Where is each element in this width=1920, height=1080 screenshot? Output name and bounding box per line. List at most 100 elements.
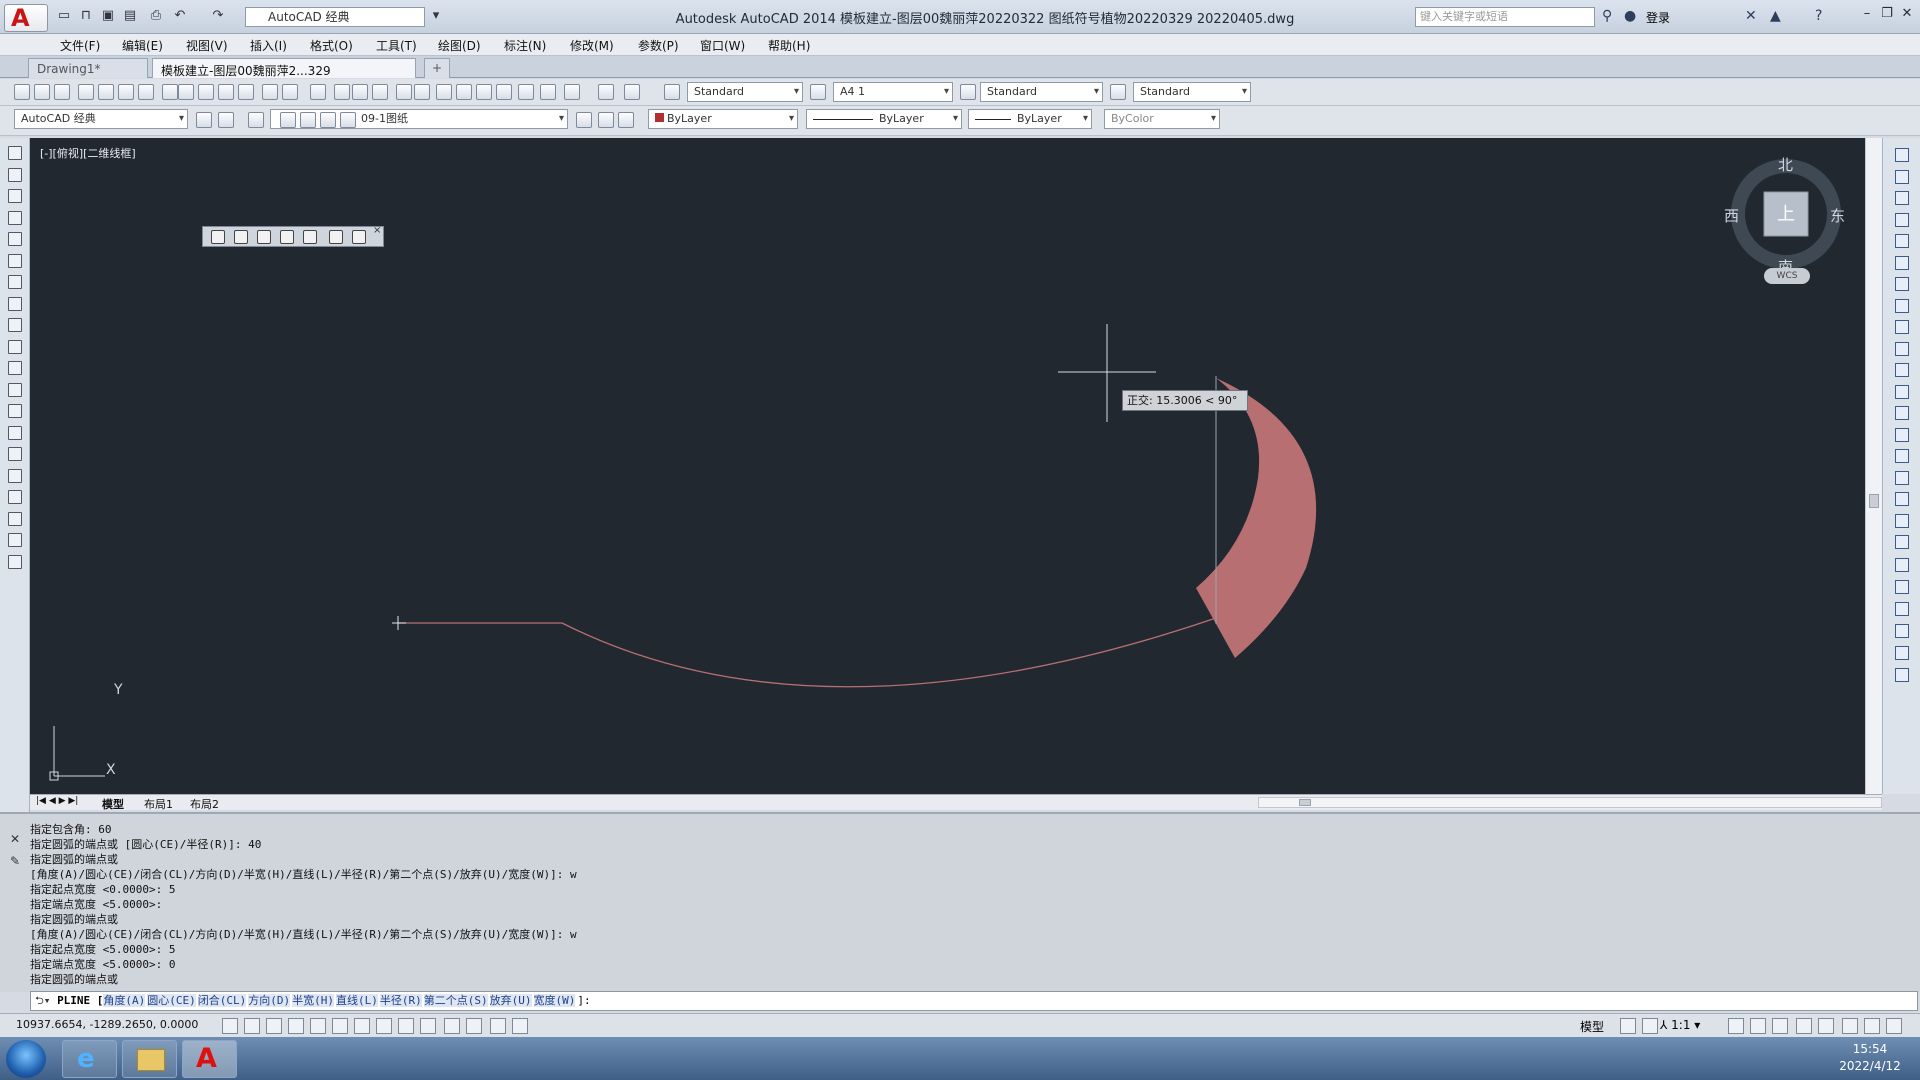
toolbar-button-7-icon[interactable]: [162, 84, 178, 100]
toolbar-button-28-icon[interactable]: [624, 84, 640, 100]
table-style-select[interactable]: Standard: [980, 82, 1103, 102]
a360-icon[interactable]: ▲: [1770, 8, 1781, 24]
draworder-tool-3-icon[interactable]: [1895, 624, 1909, 638]
toolbar-button-12-icon[interactable]: [262, 84, 278, 100]
draworder-tool-1-icon[interactable]: [1895, 580, 1909, 594]
command-option[interactable]: 方向(D): [248, 994, 291, 1007]
view-tool-1-icon[interactable]: [211, 230, 225, 244]
toolbar-button-17-icon[interactable]: [372, 84, 388, 100]
viewport-controls-label[interactable]: [-][俯视][二维线框]: [40, 145, 136, 161]
layer-tool-7-icon[interactable]: [576, 112, 592, 128]
save-icon[interactable]: ▣: [100, 8, 116, 24]
draw-tool-18-icon[interactable]: [8, 533, 22, 547]
modify-tool-15-icon[interactable]: [1895, 470, 1909, 485]
command-option[interactable]: 半径(R): [379, 994, 422, 1007]
viewcube-top-label[interactable]: 上: [1776, 200, 1796, 226]
floating-view-toolbar[interactable]: ×: [202, 225, 384, 247]
undo-icon[interactable]: ↶: [172, 8, 188, 24]
draw-tool-11-icon[interactable]: [8, 382, 22, 397]
modify-tool-0-icon[interactable]: [1895, 148, 1909, 162]
style-manager-3-icon[interactable]: [1110, 84, 1126, 100]
toolbar-button-15-icon[interactable]: [334, 84, 350, 100]
toolbar-button-27-icon[interactable]: [598, 84, 614, 100]
restore-button[interactable]: ❐: [1878, 6, 1896, 21]
toolbar-button-4-icon[interactable]: [98, 84, 114, 100]
status-tool-0-icon[interactable]: [1620, 1018, 1636, 1034]
menu-item-7[interactable]: 标注(N): [504, 37, 546, 54]
layer-tool-1-icon[interactable]: [218, 112, 234, 128]
status-tool-8-icon[interactable]: [1864, 1018, 1880, 1034]
color-select[interactable]: ByLayer: [648, 109, 798, 129]
draw-tool-10-icon[interactable]: [8, 361, 22, 375]
toolbar-button-13-icon[interactable]: [282, 84, 298, 100]
status-tool-4-icon[interactable]: [1772, 1018, 1788, 1034]
menu-item-5[interactable]: 工具(T): [376, 37, 417, 54]
clock-date[interactable]: 2022/4/12: [1830, 1059, 1910, 1073]
view-tool-2-icon[interactable]: [234, 230, 248, 244]
draw-tool-9-icon[interactable]: [8, 339, 22, 354]
workspace-select-2[interactable]: AutoCAD 经典: [14, 109, 188, 129]
draw-tool-7-icon[interactable]: [8, 296, 22, 311]
toolbar-button-16-icon[interactable]: [352, 84, 368, 100]
toolbar-button-11-icon[interactable]: [238, 84, 254, 100]
modify-tool-5-icon[interactable]: [1895, 255, 1909, 270]
user-icon[interactable]: ●: [1624, 8, 1636, 24]
drawing-canvas[interactable]: [-][俯视][二维线框] Y X 北 南 东 西 上 WCS × 正交: 15…: [30, 138, 1882, 794]
toolbar-button-23-icon[interactable]: [496, 84, 512, 100]
plotstyle-select[interactable]: ByColor: [1104, 109, 1220, 129]
toolbar-button-6-icon[interactable]: [138, 84, 154, 100]
command-option[interactable]: 半宽(H): [292, 994, 335, 1007]
toolbar-button-19-icon[interactable]: [414, 84, 430, 100]
tab-current-drawing[interactable]: 模板建立-图层00魏丽萍2...329 20220405*×: [152, 58, 416, 93]
command-option[interactable]: 放弃(U): [489, 994, 532, 1007]
start-button[interactable]: [6, 1040, 46, 1078]
modify-tool-1-icon[interactable]: [1895, 169, 1909, 184]
viewcube-west[interactable]: 西: [1724, 205, 1739, 226]
menu-item-3[interactable]: 插入(I): [250, 37, 287, 54]
menu-item-11[interactable]: 帮助(H): [768, 37, 810, 54]
view-tool-6-icon[interactable]: [329, 230, 343, 244]
draw-tool-13-icon[interactable]: [8, 425, 22, 440]
viewcube-east[interactable]: 东: [1830, 205, 1845, 226]
toolbar-button-8-icon[interactable]: [178, 84, 194, 100]
view-tool-7-icon[interactable]: [352, 230, 366, 244]
style-manager-1-icon[interactable]: [810, 84, 826, 100]
application-menu-button[interactable]: A: [4, 4, 48, 32]
command-close-icon[interactable]: ✕: [10, 832, 20, 846]
toolbar-button-9-icon[interactable]: [198, 84, 214, 100]
redo-icon[interactable]: ↷: [210, 8, 226, 24]
menu-item-0[interactable]: 文件(F): [60, 37, 100, 54]
modify-tool-12-icon[interactable]: [1895, 406, 1909, 420]
layer-tool-0-icon[interactable]: [196, 112, 212, 128]
modify-tool-9-icon[interactable]: [1895, 341, 1909, 356]
draw-tool-16-icon[interactable]: [8, 490, 22, 504]
status-toggle-10-icon[interactable]: [444, 1018, 460, 1034]
status-tool-7-icon[interactable]: [1842, 1018, 1858, 1034]
status-toggle-13-icon[interactable]: [512, 1018, 528, 1034]
modify-tool-8-icon[interactable]: [1895, 320, 1909, 334]
draworder-tool-0-icon[interactable]: [1895, 558, 1909, 572]
wcs-menu-button[interactable]: WCS: [1764, 268, 1810, 284]
lineweight-select[interactable]: ByLayer: [968, 109, 1092, 129]
draworder-tool-2-icon[interactable]: [1895, 602, 1909, 616]
layer-tool-5-icon[interactable]: [320, 112, 336, 128]
modify-tool-3-icon[interactable]: [1895, 212, 1909, 227]
toolbar-button-0-icon[interactable]: [14, 84, 30, 100]
draworder-tool-4-icon[interactable]: [1895, 646, 1909, 660]
command-option[interactable]: 宽度(W): [533, 994, 576, 1007]
draw-tool-5-icon[interactable]: [8, 253, 22, 268]
toolbar-button-3-icon[interactable]: [78, 84, 94, 100]
status-toggle-12-icon[interactable]: [490, 1018, 506, 1034]
menu-item-6[interactable]: 绘图(D): [438, 37, 481, 54]
view-tool-5-icon[interactable]: [303, 230, 317, 244]
modify-tool-14-icon[interactable]: [1895, 449, 1909, 463]
toolbar-button-1-icon[interactable]: [34, 84, 50, 100]
draw-tool-1-icon[interactable]: [8, 167, 22, 182]
command-line-input[interactable]: ⮌▾ PLINE [角度(A) 圆心(CE) 闭合(CL) 方向(D) 半宽(H) 直线(…: [30, 991, 1918, 1011]
save-as-icon[interactable]: ▤: [122, 8, 138, 24]
toolbar-button-18-icon[interactable]: [396, 84, 412, 100]
command-settings-icon[interactable]: ✎: [10, 854, 20, 868]
status-tool-6-icon[interactable]: [1818, 1018, 1834, 1034]
viewcube-north[interactable]: 北: [1778, 154, 1793, 175]
style-manager-0-icon[interactable]: [664, 84, 680, 100]
